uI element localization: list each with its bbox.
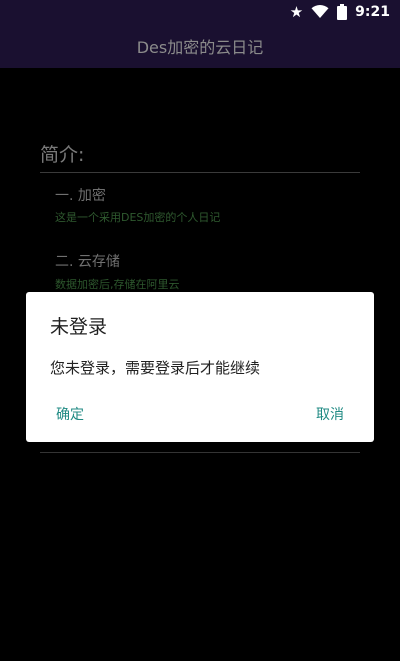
dialog-message: 您未登录，需要登录后才能继续 xyxy=(50,359,261,377)
divider xyxy=(40,452,360,453)
app-title: Des加密的云日记 xyxy=(136,38,264,57)
wifi-icon xyxy=(311,5,329,19)
screen: ★ 9:21 Des加密的云日记 简介: 一. 加密 这是一个采用DES加密的个… xyxy=(0,0,400,661)
status-icons: ★ 9:21 xyxy=(290,0,390,24)
app-bar: Des加密的云日记 xyxy=(0,24,400,68)
status-time: 9:21 xyxy=(355,4,390,20)
cancel-button[interactable]: 取消 xyxy=(310,396,350,432)
battery-icon xyxy=(337,4,348,20)
feature-description-encryption: 这是一个采用DES加密的个人日记 xyxy=(55,211,221,224)
feature-title-cloud-storage: 二. 云存储 xyxy=(55,254,120,270)
feature-description-cloud-storage: 数据加密后,存储在阿里云 xyxy=(55,278,180,291)
feature-title-encryption: 一. 加密 xyxy=(55,188,106,204)
status-bar: ★ 9:21 xyxy=(0,0,400,24)
star-icon: ★ xyxy=(289,3,304,21)
divider xyxy=(40,172,360,173)
dialog-title: 未登录 xyxy=(50,316,108,338)
section-title: 简介: xyxy=(40,144,85,166)
confirm-button[interactable]: 确定 xyxy=(50,396,90,432)
login-required-dialog: 未登录 您未登录，需要登录后才能继续 确定 取消 xyxy=(26,292,374,442)
